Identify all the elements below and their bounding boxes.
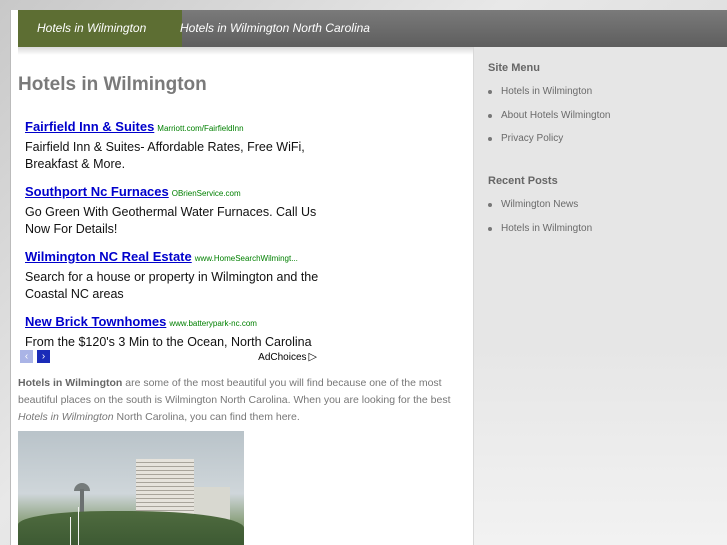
ad-title-link[interactable]: New Brick Townhomes [25, 314, 166, 329]
article-text-part2: North Carolina, you can find them here. [113, 411, 300, 423]
adchoices-label: AdChoices [258, 352, 307, 363]
ad-url-link[interactable]: OBrienService.com [172, 189, 241, 198]
ad-description: From the $120's 3 Min to the Ocean, Nort… [25, 335, 312, 349]
ad-item: New Brick Townhomes www.batterypark-nc.co… [25, 313, 325, 351]
ad-description: Go Green With Geothermal Water Furnaces.… [25, 205, 317, 236]
ad-item: Southport Nc Furnaces OBrienService.com G… [25, 183, 325, 238]
photo-mast [78, 507, 79, 545]
ad-prev-arrow-icon[interactable]: ‹ [20, 350, 33, 363]
article-italic: Hotels in Wilmington [18, 411, 114, 423]
article-bold-lead: Hotels in Wilmington [18, 377, 123, 389]
ad-title-link[interactable]: Southport Nc Furnaces [25, 184, 169, 199]
recent-post-hotels[interactable]: Hotels in Wilmington [488, 221, 592, 245]
site-menu-item-about[interactable]: About Hotels Wilmington [488, 108, 611, 132]
ad-description: Fairfield Inn & Suites- Affordable Rates… [25, 140, 305, 171]
ad-url-link[interactable]: www.HomeSearchWilmingt... [195, 254, 298, 263]
article-paragraph: Hotels in Wilmington are some of the mos… [18, 375, 466, 426]
nav-tab-hotels-in-wilmington[interactable]: Hotels in Wilmington [18, 10, 182, 47]
recent-posts-list: Wilmington News Hotels in Wilmington [488, 197, 592, 244]
photo-mast [70, 517, 71, 545]
site-menu-item-privacy[interactable]: Privacy Policy [488, 131, 611, 155]
recent-post-wilmington-news[interactable]: Wilmington News [488, 197, 592, 221]
ad-url-link[interactable]: Marriott.com/FairfieldInn [157, 124, 243, 133]
recent-posts-heading: Recent Posts [488, 175, 558, 187]
ad-url-link[interactable]: www.batterypark-nc.com [169, 319, 257, 328]
site-menu-heading: Site Menu [488, 62, 540, 74]
adchoices-link[interactable]: AdChoices ▷ [258, 350, 317, 363]
ad-description: Search for a house or property in Wilmin… [25, 270, 319, 301]
adchoices-icon: ▷ [308, 351, 317, 363]
ad-block: Fairfield Inn & Suites Marriott.com/Fairf… [25, 118, 325, 361]
top-navigation: Hotels in Wilmington Hotels in Wilmingto… [18, 10, 727, 47]
ad-title-link[interactable]: Fairfield Inn & Suites [25, 119, 154, 134]
nav-tab-hotels-in-wilmington-nc[interactable]: Hotels in Wilmington North Carolina [161, 10, 389, 47]
page-title: Hotels in Wilmington [18, 74, 207, 95]
sidebar: Site Menu Hotels in Wilmington About Hot… [473, 47, 727, 545]
hotel-photo [18, 431, 244, 545]
site-menu-item-hotels[interactable]: Hotels in Wilmington [488, 84, 611, 108]
ad-item: Wilmington NC Real Estate www.HomeSearchW… [25, 248, 325, 303]
photo-trees [18, 511, 244, 545]
ad-navigation: ‹ › AdChoices ▷ [20, 350, 317, 364]
site-menu-list: Hotels in Wilmington About Hotels Wilmin… [488, 84, 611, 155]
ad-title-link[interactable]: Wilmington NC Real Estate [25, 249, 192, 264]
ad-next-arrow-icon[interactable]: › [37, 350, 50, 363]
ad-item: Fairfield Inn & Suites Marriott.com/Fairf… [25, 118, 325, 173]
